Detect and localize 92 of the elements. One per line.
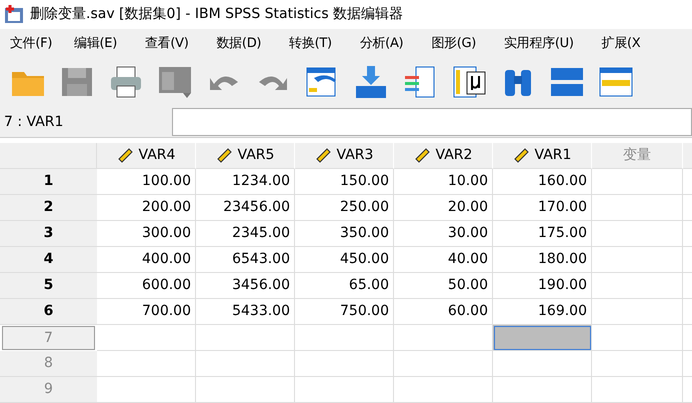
table-cell[interactable]: 65.00 [295, 272, 394, 299]
row-number[interactable]: 2 [0, 194, 97, 221]
menu-item[interactable]: 转换(T) [285, 34, 336, 52]
menu-item[interactable]: 编辑(E) [70, 34, 121, 52]
table-cell[interactable] [592, 298, 683, 325]
table-cell[interactable]: 170.00 [493, 194, 592, 221]
column-label: VAR2 [436, 147, 472, 164]
table-cell[interactable]: 60.00 [394, 298, 493, 325]
column-header[interactable]: VAR5 [196, 142, 295, 169]
table-cell[interactable]: 190.00 [493, 272, 592, 299]
table-cell[interactable]: 10.00 [394, 168, 493, 195]
table-cell[interactable]: 150.00 [295, 168, 394, 195]
table-cell[interactable]: 160.00 [493, 168, 592, 195]
table-cell[interactable]: 40.00 [394, 246, 493, 273]
table-cell[interactable]: 180.00 [493, 246, 592, 273]
table-cell[interactable] [592, 220, 683, 247]
table-cell[interactable] [196, 350, 295, 377]
row-number[interactable]: 4 [0, 246, 97, 273]
menu-item[interactable]: 数据(D) [212, 34, 266, 52]
table-cell[interactable]: 600.00 [97, 272, 196, 299]
table-cell[interactable]: 3456.00 [196, 272, 295, 299]
table-cell[interactable] [592, 194, 683, 221]
table-cell[interactable]: 30.00 [394, 220, 493, 247]
menu-item[interactable]: 扩展(X [598, 34, 644, 52]
table-cell[interactable]: 5433.00 [196, 298, 295, 325]
column-header[interactable]: VAR2 [394, 142, 493, 169]
ruler-icon [512, 147, 529, 164]
table-cell[interactable] [295, 350, 394, 377]
menu-item[interactable]: 分析(A) [356, 34, 408, 52]
table-cell[interactable] [592, 246, 683, 273]
insert-row-icon[interactable] [353, 64, 389, 100]
table-cell[interactable] [394, 350, 493, 377]
row-number[interactable]: 6 [0, 298, 97, 325]
menu-item[interactable]: 文件(F) [6, 34, 56, 52]
table-cell[interactable]: 1234.00 [196, 168, 295, 195]
app-icon [4, 4, 24, 24]
table-cell[interactable]: 50.00 [394, 272, 493, 299]
column-label: VAR4 [138, 147, 176, 164]
table-cell[interactable] [394, 376, 493, 403]
table-cell[interactable]: 169.00 [493, 298, 592, 325]
menu-item[interactable]: 实用程序(U) [500, 34, 578, 52]
column-header[interactable]: VAR4 [97, 142, 196, 169]
table-cell[interactable] [592, 376, 683, 403]
column-label: VAR5 [238, 147, 274, 164]
table-cell[interactable] [295, 324, 394, 351]
table-cell[interactable]: 700.00 [97, 298, 196, 325]
row-number[interactable]: 1 [0, 168, 97, 195]
ruler-icon [116, 147, 133, 164]
menu-item[interactable]: 查看(V) [140, 34, 193, 52]
ruler-icon [216, 147, 232, 164]
table-cell[interactable] [592, 350, 683, 377]
column-label: VAR1 [534, 147, 572, 164]
table-cell[interactable] [493, 376, 592, 403]
table-cell[interactable]: 175.00 [493, 220, 592, 247]
row-number[interactable]: 5 [0, 272, 97, 299]
table-cell[interactable]: 2345.00 [196, 220, 295, 247]
table-cell[interactable] [394, 324, 493, 351]
menu-item[interactable]: 图形(G) [427, 34, 480, 52]
table-cell[interactable] [592, 168, 683, 195]
printer-icon[interactable] [108, 64, 144, 100]
column-label: 变量 [623, 146, 651, 164]
ruler-icon [314, 147, 331, 164]
table-cell[interactable]: 250.00 [295, 194, 394, 221]
row-number[interactable]: 3 [0, 220, 97, 247]
table-cell[interactable]: 450.00 [295, 246, 394, 273]
table-cell[interactable] [592, 272, 683, 299]
table-cell[interactable]: 200.00 [97, 194, 196, 221]
table-cell[interactable] [97, 376, 196, 403]
table-cell[interactable] [493, 350, 592, 377]
table-cell[interactable]: 100.00 [97, 168, 196, 195]
table-cell[interactable] [493, 324, 592, 351]
column-header[interactable]: VAR3 [295, 142, 394, 169]
table-cell[interactable]: 20.00 [394, 194, 493, 221]
table-cell[interactable] [97, 324, 196, 351]
table-cell[interactable] [196, 324, 295, 351]
window-title: 删除变量.sav [数据集0] - IBM SPSS Statistics 数据编辑器 [30, 5, 404, 24]
table-cell[interactable]: 350.00 [295, 220, 394, 247]
table-cell[interactable]: 300.00 [97, 220, 196, 247]
cell-value-field[interactable] [172, 108, 692, 136]
cell-reference: 7 : VAR1 [4, 114, 64, 130]
column-header[interactable]: VAR1 [493, 142, 592, 169]
table-cell[interactable] [196, 376, 295, 403]
variable-mu-icon[interactable] [451, 64, 487, 100]
table-cell[interactable] [295, 376, 394, 403]
table-cell[interactable]: 23456.00 [196, 194, 295, 221]
table-cell[interactable] [592, 324, 683, 351]
table-cell[interactable]: 750.00 [295, 298, 394, 325]
table-cell[interactable]: 400.00 [97, 246, 196, 273]
table-cell[interactable]: 6543.00 [196, 246, 295, 273]
table-cell[interactable] [97, 350, 196, 377]
ruler-icon [414, 147, 430, 164]
column-label: VAR3 [336, 147, 374, 164]
